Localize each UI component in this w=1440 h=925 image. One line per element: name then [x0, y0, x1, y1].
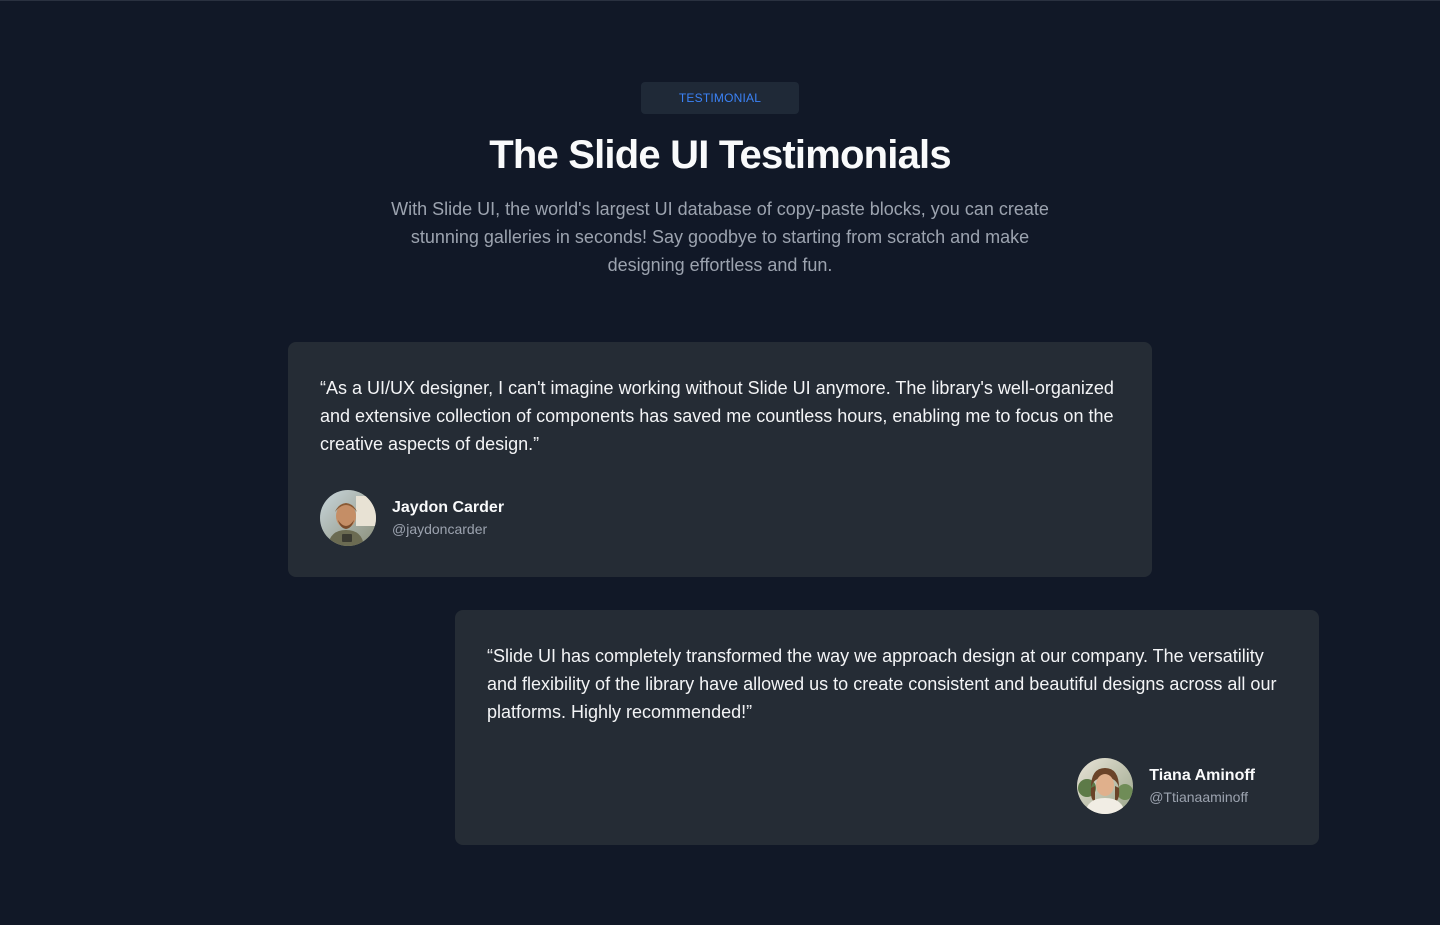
avatar	[320, 490, 376, 546]
testimonial-quote: “As a UI/UX designer, I can't imagine wo…	[320, 378, 1114, 454]
author-handle: @jaydoncarder	[392, 521, 488, 537]
testimonial-author: Tiana Aminoff @Ttianaaminoff	[1077, 758, 1255, 814]
author-handle: @Ttianaaminoff	[1149, 789, 1248, 805]
testimonials-section: TESTIMONIAL The Slide UI Testimonials Wi…	[0, 0, 1440, 925]
avatar	[1077, 758, 1134, 814]
author-name: Tiana Aminoff	[1149, 767, 1255, 784]
testimonial-card: “As a UI/UX designer, I can't imagine wo…	[288, 342, 1152, 577]
section-subtitle: With Slide UI, the world's largest UI da…	[391, 199, 1049, 275]
page-title: The Slide UI Testimonials	[489, 133, 951, 177]
author-name: Jaydon Carder	[392, 499, 505, 516]
testimonial-quote: “Slide UI has completely transformed the…	[487, 646, 1277, 722]
testimonial-card: “Slide UI has completely transformed the…	[455, 610, 1319, 845]
testimonial-author: Jaydon Carder @jaydoncarder	[320, 490, 504, 546]
section-badge: TESTIMONIAL	[641, 82, 799, 114]
